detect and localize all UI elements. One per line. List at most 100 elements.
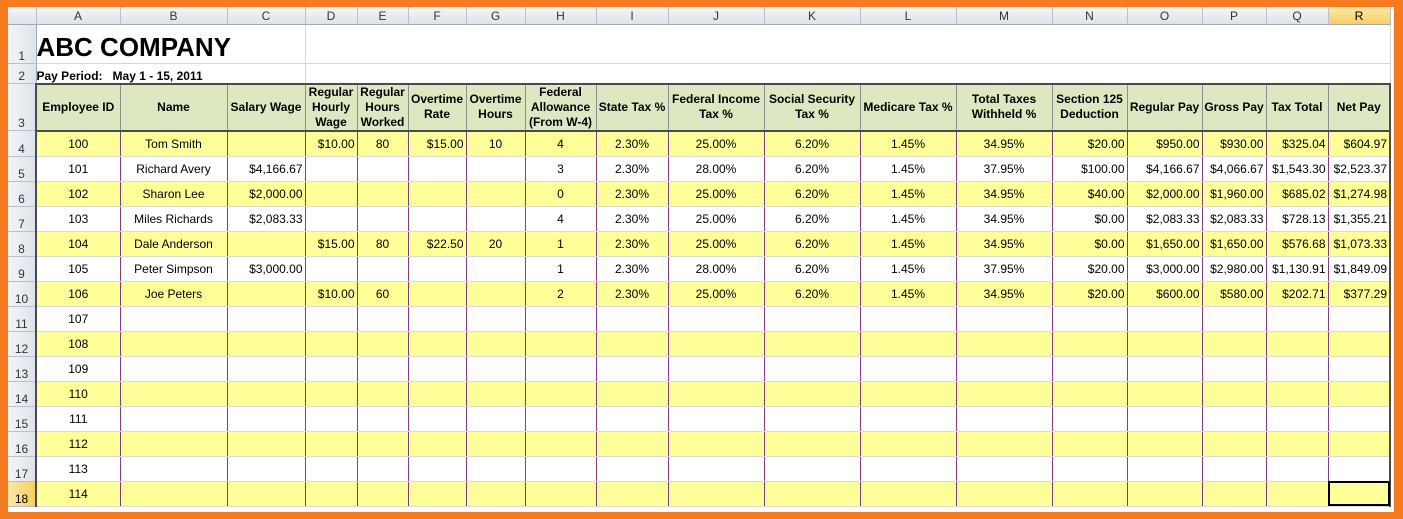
table-cell[interactable]: Tom Smith xyxy=(120,130,228,157)
column-header-c[interactable]: C xyxy=(227,7,306,25)
table-cell[interactable] xyxy=(1127,381,1203,407)
table-cell[interactable] xyxy=(764,306,861,332)
table-cell[interactable] xyxy=(860,331,957,357)
table-cell[interactable] xyxy=(466,331,526,357)
table-cell[interactable] xyxy=(1127,431,1203,457)
table-cell[interactable]: 6.20% xyxy=(764,281,861,307)
table-cell[interactable] xyxy=(668,331,765,357)
table-cell[interactable]: $2,980.00 xyxy=(1202,256,1267,282)
table-cell[interactable]: 2.30% xyxy=(596,256,669,282)
header-cell[interactable]: State Tax % xyxy=(596,82,669,132)
table-cell[interactable]: 104 xyxy=(35,231,121,257)
table-cell[interactable] xyxy=(668,481,765,507)
table-cell[interactable] xyxy=(764,481,861,507)
table-cell[interactable] xyxy=(466,356,526,382)
table-cell[interactable]: 2.30% xyxy=(596,181,669,207)
table-cell[interactable]: 25.00% xyxy=(668,206,765,232)
table-cell[interactable] xyxy=(1328,481,1391,507)
table-cell[interactable]: 106 xyxy=(35,281,121,307)
column-header-i[interactable]: I xyxy=(596,7,669,25)
table-cell[interactable] xyxy=(764,331,861,357)
table-cell[interactable]: 34.95% xyxy=(956,181,1053,207)
table-cell[interactable] xyxy=(668,406,765,432)
header-cell[interactable]: Gross Pay xyxy=(1202,82,1267,132)
table-cell[interactable] xyxy=(357,206,409,232)
table-cell[interactable] xyxy=(956,456,1053,482)
table-cell[interactable] xyxy=(357,481,409,507)
table-cell[interactable] xyxy=(668,356,765,382)
header-cell[interactable]: Regular Hourly Wage xyxy=(305,82,358,132)
table-cell[interactable] xyxy=(1127,331,1203,357)
column-header-j[interactable]: J xyxy=(668,7,765,25)
table-cell[interactable]: $1,849.09 xyxy=(1328,256,1391,282)
table-cell[interactable] xyxy=(305,306,358,332)
header-cell[interactable]: Section 125 Deduction xyxy=(1052,82,1128,132)
table-cell[interactable] xyxy=(1328,381,1391,407)
table-cell[interactable] xyxy=(227,306,306,332)
table-cell[interactable] xyxy=(860,481,957,507)
column-header-e[interactable]: E xyxy=(357,7,409,25)
table-cell[interactable]: 1.45% xyxy=(860,256,957,282)
table-cell[interactable]: $3,000.00 xyxy=(227,256,306,282)
table-cell[interactable]: 102 xyxy=(35,181,121,207)
header-cell[interactable]: Employee ID xyxy=(35,82,121,132)
table-cell[interactable] xyxy=(408,481,467,507)
table-cell[interactable] xyxy=(860,456,957,482)
row-header[interactable]: 9 xyxy=(8,256,37,282)
table-cell[interactable] xyxy=(305,156,358,182)
table-cell[interactable]: 2.30% xyxy=(596,130,669,157)
table-cell[interactable] xyxy=(525,381,597,407)
table-cell[interactable]: 3 xyxy=(525,156,597,182)
column-header-k[interactable]: K xyxy=(764,7,861,25)
table-cell[interactable] xyxy=(357,306,409,332)
table-cell[interactable] xyxy=(120,356,228,382)
table-cell[interactable] xyxy=(227,356,306,382)
table-cell[interactable]: $40.00 xyxy=(1052,181,1128,207)
table-cell[interactable] xyxy=(466,431,526,457)
table-cell[interactable]: 10 xyxy=(466,130,526,157)
table-cell[interactable] xyxy=(1266,456,1329,482)
table-cell[interactable]: $4,066.67 xyxy=(1202,156,1267,182)
table-cell[interactable]: 6.20% xyxy=(764,256,861,282)
table-cell[interactable] xyxy=(956,306,1053,332)
table-cell[interactable]: 6.20% xyxy=(764,181,861,207)
table-cell[interactable]: 4 xyxy=(525,130,597,157)
table-cell[interactable] xyxy=(1052,381,1128,407)
table-cell[interactable]: 34.95% xyxy=(956,231,1053,257)
column-header-f[interactable]: F xyxy=(408,7,467,25)
header-cell[interactable]: Tax Total xyxy=(1266,82,1329,132)
table-cell[interactable]: 37.95% xyxy=(956,256,1053,282)
table-cell[interactable] xyxy=(1052,331,1128,357)
row-header[interactable]: 18 xyxy=(8,481,37,507)
table-cell[interactable] xyxy=(120,306,228,332)
table-cell[interactable] xyxy=(305,456,358,482)
table-cell[interactable]: $10.00 xyxy=(305,281,358,307)
table-cell[interactable]: $4,166.67 xyxy=(1127,156,1203,182)
row-header[interactable]: 10 xyxy=(8,281,37,307)
table-cell[interactable] xyxy=(1266,381,1329,407)
table-cell[interactable]: 1.45% xyxy=(860,231,957,257)
table-cell[interactable] xyxy=(466,456,526,482)
table-cell[interactable] xyxy=(305,356,358,382)
table-cell[interactable] xyxy=(227,481,306,507)
table-cell[interactable]: 113 xyxy=(35,456,121,482)
table-cell[interactable] xyxy=(1052,456,1128,482)
table-cell[interactable]: $22.50 xyxy=(408,231,467,257)
table-cell[interactable] xyxy=(466,256,526,282)
table-cell[interactable] xyxy=(357,181,409,207)
table-cell[interactable] xyxy=(596,431,669,457)
table-cell[interactable]: $0.00 xyxy=(1052,206,1128,232)
table-cell[interactable] xyxy=(408,456,467,482)
header-cell[interactable]: Federal Allowance (From W-4) xyxy=(525,82,597,132)
table-cell[interactable]: 6.20% xyxy=(764,231,861,257)
row-header[interactable]: 6 xyxy=(8,181,37,207)
table-cell[interactable]: 25.00% xyxy=(668,281,765,307)
table-cell[interactable]: 80 xyxy=(357,130,409,157)
table-cell[interactable]: $580.00 xyxy=(1202,281,1267,307)
table-cell[interactable]: 4 xyxy=(525,206,597,232)
table-cell[interactable] xyxy=(1127,456,1203,482)
table-cell[interactable] xyxy=(466,156,526,182)
table-cell[interactable] xyxy=(408,431,467,457)
table-cell[interactable]: 1.45% xyxy=(860,156,957,182)
table-cell[interactable] xyxy=(1202,431,1267,457)
